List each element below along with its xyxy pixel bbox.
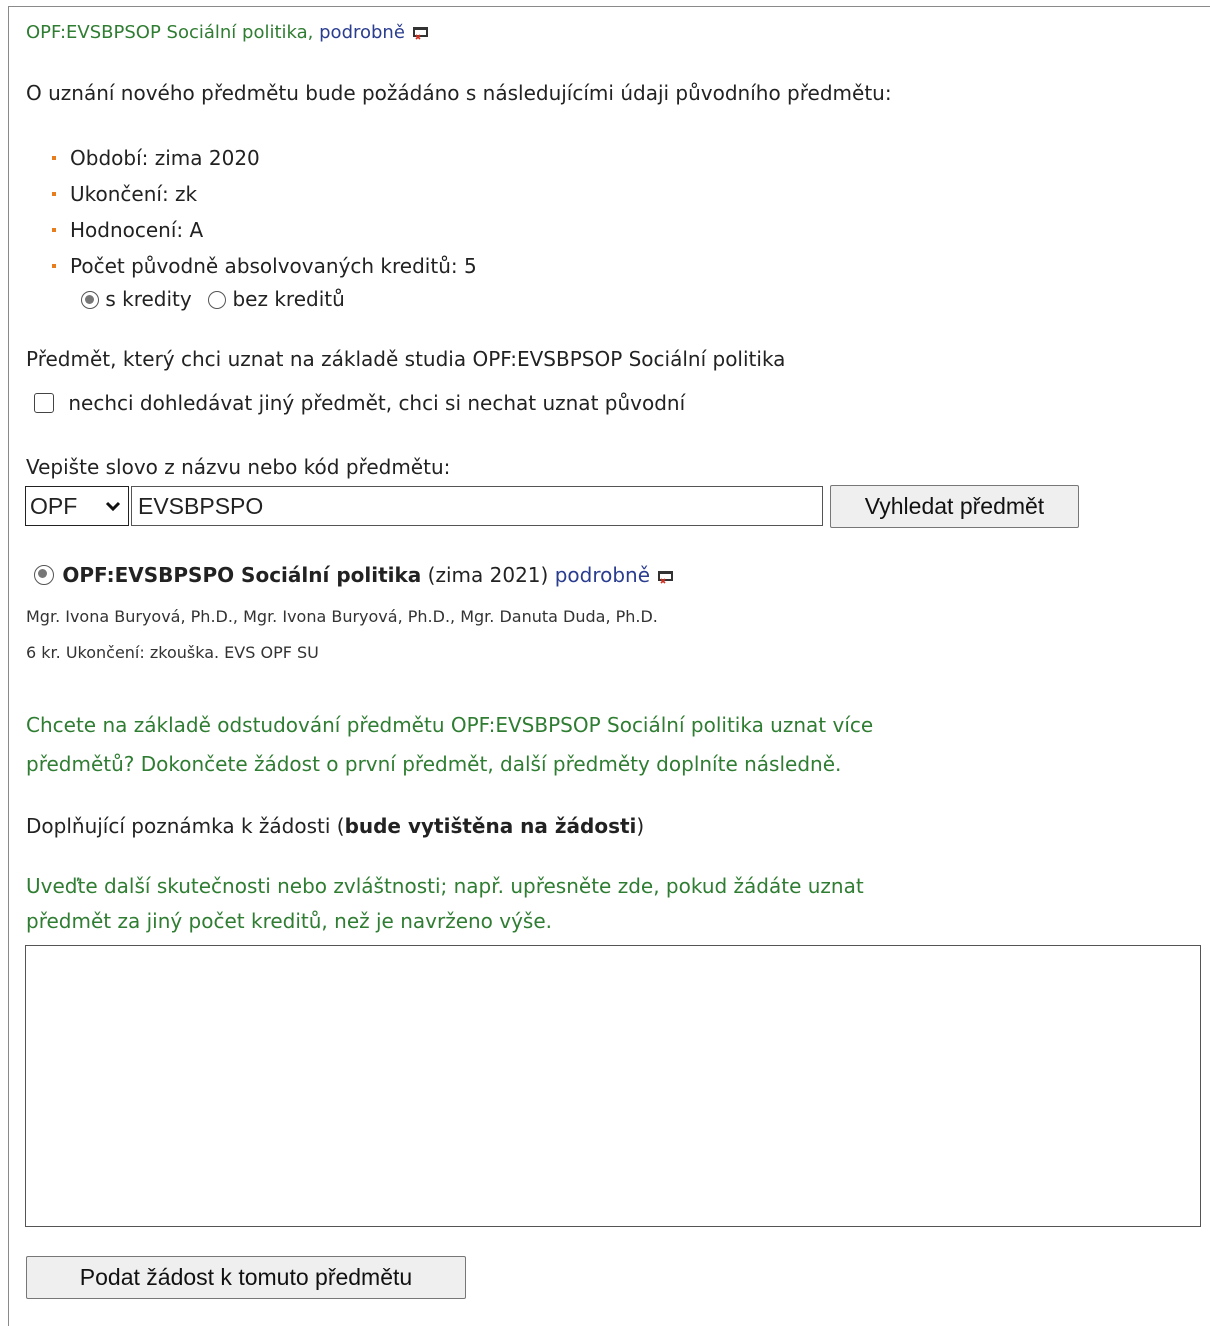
- submit-request-button[interactable]: Podat žádost k tomuto předmětu: [26, 1256, 466, 1299]
- faculty-select-value: OPF: [30, 493, 78, 519]
- note-label-suffix: ): [636, 814, 645, 838]
- original-course-params: Období: zima 2020 Ukončení: zk Hodnocení…: [50, 140, 477, 284]
- param-term: Období: zima 2020: [50, 140, 477, 176]
- note-hint-1: Uveďte další skutečnosti nebo zvláštnost…: [26, 874, 864, 898]
- note-label: Doplňující poznámka k žádosti (bude vyti…: [26, 814, 644, 838]
- intro-text: O uznání nového předmětu bude požádáno s…: [26, 81, 892, 105]
- search-result: OPF:EVSBPSPO Sociální politika (zima 202…: [34, 563, 674, 587]
- result-select-radio[interactable]: [34, 565, 54, 585]
- detail-link[interactable]: podrobně: [319, 22, 405, 43]
- param-credits: Počet původně absolvovaných kreditů: 5: [50, 248, 477, 284]
- keep-original-row: nechci dohledávat jiný předmět, chci si …: [34, 391, 685, 415]
- result-term: (zima 2021): [427, 563, 549, 587]
- note-hint-2: předmět za jiný počet kreditů, než je na…: [26, 909, 553, 933]
- more-courses-hint-1: Chcete na základě odstudování předmětu O…: [26, 713, 874, 737]
- course-search-input[interactable]: EVSBPSPO: [131, 486, 823, 526]
- note-textarea[interactable]: [25, 945, 1201, 1227]
- with-credits-label[interactable]: s kredity: [105, 287, 191, 311]
- chevron-down-icon: [105, 501, 121, 512]
- result-detail-link[interactable]: podrobně: [555, 563, 650, 587]
- search-label: Vepište slovo z názvu nebo kód předmětu:: [26, 455, 451, 479]
- course-code-name: OPF:EVSBPSOP Sociální politika,: [26, 22, 314, 43]
- result-teachers: Mgr. Ivona Buryová, Ph.D., Mgr. Ivona Bu…: [26, 607, 658, 626]
- with-credits-radio[interactable]: [81, 291, 99, 309]
- search-course-button[interactable]: Vyhledat předmět: [830, 485, 1079, 528]
- external-window-icon[interactable]: [658, 570, 674, 584]
- note-label-prefix: Doplňující poznámka k žádosti (: [26, 814, 345, 838]
- param-grade: Hodnocení: A: [50, 212, 477, 248]
- param-completion: Ukončení: zk: [50, 176, 477, 212]
- target-course-label: Předmět, který chci uznat na základě stu…: [26, 347, 786, 371]
- result-info: 6 kr. Ukončení: zkouška. EVS OPF SU: [26, 643, 319, 662]
- keep-original-label[interactable]: nechci dohledávat jiný předmět, chci si …: [68, 391, 685, 415]
- more-courses-hint-2: předmětů? Dokončete žádost o první předm…: [26, 752, 842, 776]
- faculty-select[interactable]: OPF: [25, 486, 129, 526]
- keep-original-checkbox[interactable]: [34, 393, 54, 413]
- credit-options: s kredity bez kreditů: [81, 287, 345, 311]
- result-title: OPF:EVSBPSPO Sociální politika: [62, 563, 422, 587]
- header-line: OPF:EVSBPSOP Sociální politika, podrobně: [26, 22, 429, 43]
- without-credits-label[interactable]: bez kreditů: [232, 287, 344, 311]
- without-credits-radio[interactable]: [208, 291, 227, 309]
- note-label-bold: bude vytištěna na žádosti: [344, 814, 637, 838]
- external-window-icon[interactable]: [412, 26, 429, 40]
